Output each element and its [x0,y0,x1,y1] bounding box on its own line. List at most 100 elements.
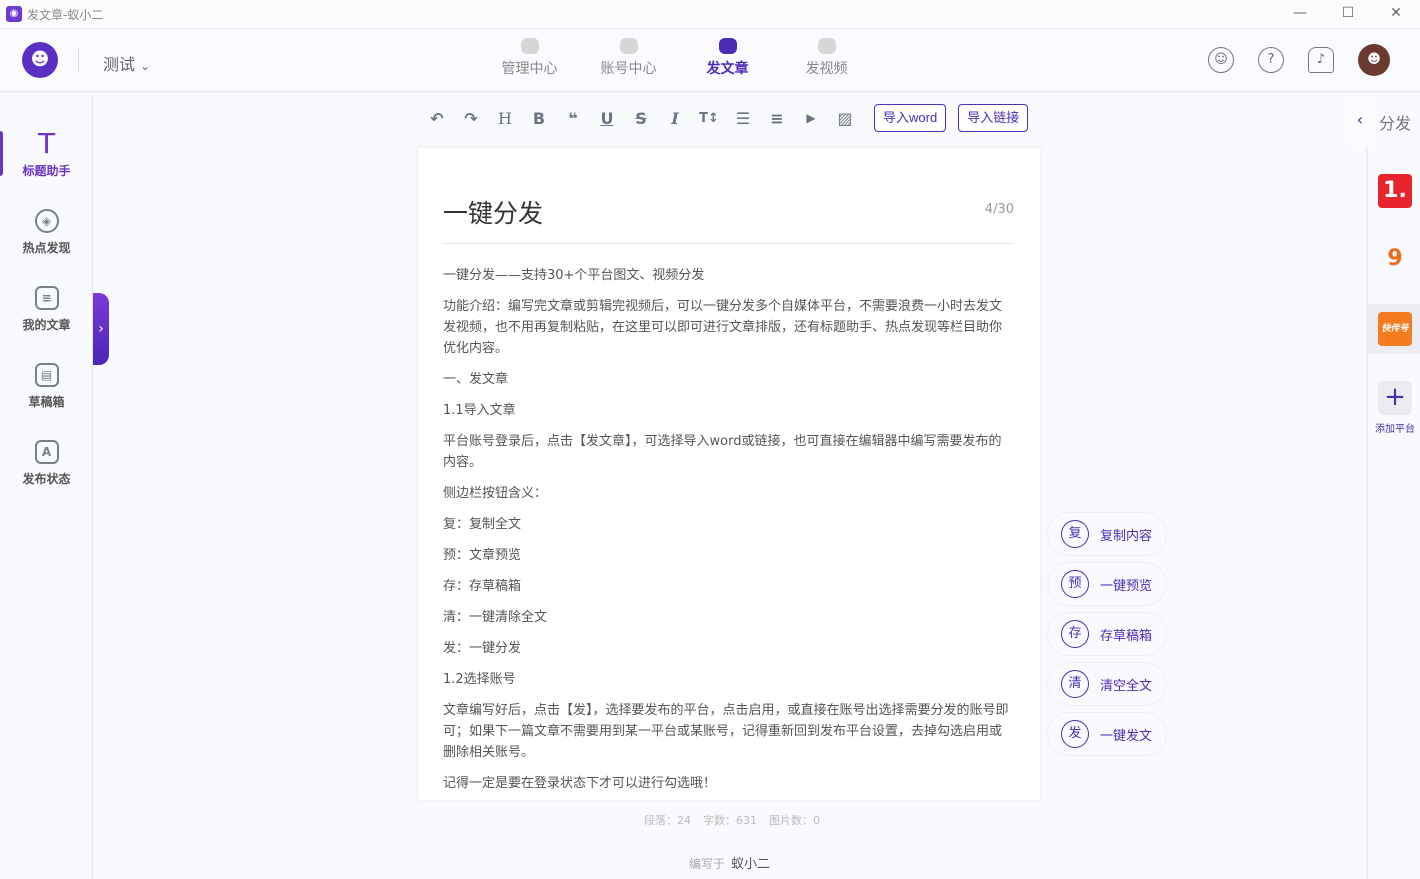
heading-icon[interactable]: H [488,109,522,128]
clear-all-button[interactable]: 清清空全文 [1047,662,1167,706]
article-icon [718,38,737,54]
app-logo-icon: ◉ [6,6,22,22]
sidebar-item-label: 我的文章 [22,318,71,332]
title-icon: T [37,127,56,160]
nav-post-video[interactable]: 发视频 [777,36,876,78]
action-label: 清空全文 [1100,678,1153,694]
clear-icon: 清 [1061,670,1089,698]
distribution-panel-header: ‹ 分发 [1348,96,1420,146]
divider [78,48,79,73]
char-count: 字数：631 [703,814,757,827]
nav-manage-center[interactable]: 管理中心 [480,36,579,78]
sidebar: T 标题助手 ◈ 热点发现 ≡ 我的文章 ▤ 草稿箱 A 发布状态 [0,96,93,879]
sidebar-item-label: 热点发现 [22,241,71,255]
platform-toutiao[interactable]: 1. [1378,174,1412,208]
calendar-icon: A [34,440,59,464]
font-size-icon[interactable]: T↕ [692,111,726,126]
minimize-button[interactable]: — [1276,0,1324,29]
align-icon[interactable]: ≡ [760,109,794,128]
import-word-button[interactable]: 导入word [874,104,947,132]
nav-post-article[interactable]: 发文章 [678,36,777,78]
collapse-panel-button[interactable]: ‹ [1348,96,1372,146]
window-title: 发文章-蚁小二 [27,7,104,22]
quote-icon[interactable]: ❝ [556,109,590,128]
save-icon: 存 [1061,620,1089,648]
workspace-dropdown[interactable]: 测试 ⌄ [103,51,150,75]
maximize-button[interactable]: ☐ [1324,0,1372,29]
distribution-panel [1366,96,1420,879]
account-icon [619,38,638,54]
workspace-label: 测试 [103,55,136,74]
sidebar-item-publish-status[interactable]: A 发布状态 [0,440,93,487]
paragraph: 记得一定是要在登录状态下才可以进行勾选哦！ [443,776,717,791]
sidebar-item-hot-topics[interactable]: ◈ 热点发现 [0,209,93,256]
title-char-count: 4/30 [984,202,1014,217]
italic-icon[interactable]: I [658,109,692,128]
paragraph: 复：复制全文 [443,517,522,532]
action-label: 一键预览 [1100,578,1153,594]
avatar[interactable]: ☻ [1358,44,1390,76]
copy-icon: 复 [1061,520,1089,548]
bold-icon[interactable]: B [522,109,556,128]
paragraph: 平台账号登录后，点击【发文章】，可选择导入word或链接，也可直接在编辑器中编写… [443,434,1002,470]
add-platform-label: 添加平台 [1375,424,1415,435]
paragraph: 1.1导入文章 [443,403,516,418]
compass-icon: ◈ [34,209,59,233]
import-link-button[interactable]: 导入链接 [958,104,1029,132]
sidebar-item-drafts[interactable]: ▤ 草稿箱 [0,363,93,410]
platform-kuaichuan[interactable]: 快传号 [1378,312,1412,346]
paragraph: 功能介绍：编写完文章或剪辑完视频后，可以一键分发多个自媒体平台，不需要浪费一小时… [443,299,1003,356]
inbox-icon: ▤ [34,363,59,387]
monitor-icon [520,38,539,54]
close-button[interactable]: ✕ [1372,0,1420,29]
save-draft-button[interactable]: 存存草稿箱 [1047,612,1167,656]
copy-content-button[interactable]: 复复制内容 [1047,512,1167,556]
action-label: 复制内容 [1100,528,1153,544]
add-platform-button[interactable]: + [1378,381,1412,415]
title-bar: ◉ 发文章-蚁小二 — ☐ ✕ [0,0,1420,29]
article-title-input[interactable]: 一键分发 [443,194,543,230]
video-insert-icon[interactable]: ▶ [794,111,828,125]
panel-title: 分发 [1379,114,1412,133]
action-label: 一键发文 [1100,728,1153,744]
paragraph: 预：文章预览 [443,548,522,563]
action-label: 存草稿箱 [1100,628,1153,644]
redo-icon[interactable]: ↷ [454,109,488,128]
paragraph: 存：存草稿箱 [443,579,522,594]
article-stats: 段落：24 字数：631 图片数：0 [644,812,832,828]
bell-icon[interactable]: ♪ [1308,47,1334,73]
article-body[interactable]: 一键分发——支持30+个平台图文、视频分发 功能介绍：编写完文章或剪辑完视频后，… [443,265,1010,804]
preview-button[interactable]: 预一键预览 [1047,562,1167,606]
plus-icon: + [1384,382,1406,412]
brand-logo-icon[interactable]: ☻ [22,42,58,78]
header: ☻ 测试 ⌄ 管理中心 账号中心 发文章 发视频 ☺ ? ♪ ☻ [0,30,1420,93]
paragraph-count: 段落：24 [644,814,691,827]
strikethrough-icon[interactable]: S [624,109,658,128]
article-editor[interactable]: 一键分发 4/30 一键分发——支持30+个平台图文、视频分发 功能介绍：编写完… [418,148,1040,800]
divider [443,243,1014,244]
nav-account-center[interactable]: 账号中心 [579,36,678,78]
image-count: 图片数：0 [769,814,820,827]
platform-dayu[interactable]: 9 [1378,242,1412,276]
undo-icon[interactable]: ↶ [420,109,454,128]
chevron-down-icon: ⌄ [140,59,151,73]
image-insert-icon[interactable]: ▨ [828,109,862,128]
publish-icon: 发 [1061,720,1089,748]
author-line: 编写于 蚁小二 [689,853,770,872]
sidebar-item-title-helper[interactable]: T 标题助手 [0,127,93,179]
list-icon[interactable]: ☰ [726,109,760,128]
paragraph: 一、发文章 [443,372,509,387]
sidebar-item-my-articles[interactable]: ≡ 我的文章 [0,286,93,333]
side-actions: 复复制内容 预一键预览 存存草稿箱 清清空全文 发一键发文 [1047,512,1167,762]
robot-icon[interactable]: ☺ [1208,47,1234,73]
paragraph: 发：一键分发 [443,641,522,656]
underline-icon[interactable]: U [590,109,624,128]
help-icon[interactable]: ? [1258,47,1284,73]
publish-button[interactable]: 发一键发文 [1047,712,1167,756]
nav-label: 账号中心 [600,61,657,77]
author-name: 蚁小二 [731,857,771,872]
document-icon: ≡ [34,286,59,310]
video-icon [817,38,836,54]
sidebar-item-label: 标题助手 [22,164,71,178]
sidebar-expand-button[interactable]: › [93,293,109,365]
